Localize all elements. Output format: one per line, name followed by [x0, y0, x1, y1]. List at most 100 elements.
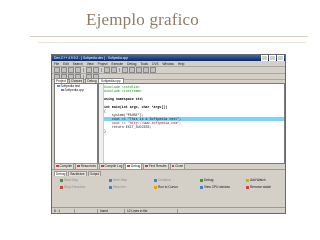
- run-icon[interactable]: [129, 67, 135, 73]
- bottom-tabs: Compiler Resources Compile Log Debug Fin…: [52, 162, 285, 170]
- folder-icon: [57, 84, 60, 88]
- resources-icon: [77, 164, 80, 168]
- tab-close-label: Close: [175, 164, 184, 168]
- rebuild-icon[interactable]: [143, 67, 149, 73]
- next-step-icon: [109, 178, 112, 182]
- tab-compile-log-label: Compile Log: [104, 164, 123, 168]
- debug-icon[interactable]: [150, 67, 156, 73]
- run-to-cursor-button[interactable]: Run to Cursor: [154, 185, 178, 189]
- toolbar-separator: [119, 68, 120, 72]
- save-all-icon[interactable]: [75, 67, 81, 73]
- menu-tools[interactable]: Tools: [140, 62, 147, 66]
- view-cpu-button[interactable]: View CPU window: [200, 185, 230, 189]
- view-cpu-label: View CPU window: [204, 185, 230, 189]
- title-divider: [30, 36, 308, 37]
- code-line: #include <iostream>: [104, 89, 142, 93]
- remove-watch-label: Remove watch: [250, 185, 272, 189]
- compile-icon[interactable]: [122, 67, 128, 73]
- project-tree: Softpedia test Softpedia.cpp: [54, 83, 98, 164]
- open-file-icon[interactable]: [61, 67, 67, 73]
- redo-icon[interactable]: [93, 67, 99, 73]
- continue-icon: [154, 178, 157, 182]
- tab-resources-label: Resources: [80, 164, 97, 168]
- remove-watch-icon: [246, 185, 249, 189]
- tab-find-results[interactable]: Find Results: [143, 162, 169, 170]
- line-count: 12 Lines in file: [125, 208, 178, 213]
- tab-resources[interactable]: Resources: [75, 162, 99, 170]
- menu-view[interactable]: View: [87, 62, 94, 66]
- compile-run-icon[interactable]: [136, 67, 142, 73]
- bottom-pane: Compiler Resources Compile Log Debug Fin…: [52, 162, 285, 207]
- code-editor[interactable]: #include <cstdlib> #include <iostream> u…: [98, 83, 285, 164]
- debug-panel: Start Dbg Stop Execution Next Step Step …: [54, 176, 283, 205]
- tab-compile-log[interactable]: Compile Log: [99, 162, 125, 170]
- toolbar-separator: [83, 68, 84, 72]
- compiler-icon: [56, 164, 59, 168]
- close-button[interactable]: [277, 55, 284, 61]
- run-to-cursor-label: Run to Cursor: [158, 185, 178, 189]
- minimize-button[interactable]: [261, 55, 268, 61]
- cpu-icon: [200, 185, 203, 189]
- workspace: Project Classes Debug Softpedia.cpp Soft…: [52, 78, 285, 164]
- step-into-button[interactable]: Step Into: [109, 185, 126, 189]
- menu-file[interactable]: File: [54, 62, 59, 66]
- ide-window: Dev-C++ 4.9.9.2 - [ Softpedia.dev ] - So…: [51, 54, 286, 214]
- find-icon[interactable]: [104, 67, 110, 73]
- stop-icon: [60, 185, 63, 189]
- maximize-button[interactable]: [269, 55, 276, 61]
- menu-debug[interactable]: Debug: [127, 62, 136, 66]
- menu-execute[interactable]: Execute: [112, 62, 124, 66]
- menu-help[interactable]: Help: [178, 62, 185, 66]
- cursor-position: 8 : 1: [52, 208, 75, 213]
- menu-project[interactable]: Project: [98, 62, 108, 66]
- code-line: int main(int argc, char *argv[]): [104, 105, 168, 109]
- start-debug-label: Start Dbg: [64, 178, 78, 182]
- tab-find-results-label: Find Results: [148, 164, 167, 168]
- tree-file-node[interactable]: Softpedia.cpp: [55, 88, 97, 92]
- play-icon: [60, 178, 63, 182]
- tree-file-label: Softpedia.cpp: [64, 88, 85, 92]
- insert-mode: Insert: [98, 208, 125, 213]
- undo-icon[interactable]: [86, 67, 92, 73]
- stop-execution-button[interactable]: Stop Execution: [60, 185, 85, 189]
- tab-compiler-label: Compiler: [59, 164, 73, 168]
- debug-label: Debug: [204, 178, 214, 182]
- code-line: }: [104, 129, 106, 133]
- continue-button[interactable]: Continue: [154, 178, 171, 182]
- menu-edit[interactable]: Edit: [63, 62, 69, 66]
- stop-execution-label: Stop Execution: [64, 185, 86, 189]
- cursor-icon: [154, 185, 157, 189]
- find-results-icon: [145, 164, 148, 168]
- tab-compiler[interactable]: Compiler: [54, 162, 75, 170]
- blank-status: [75, 208, 98, 213]
- next-step-label: Next Step: [113, 178, 127, 182]
- step-into-label: Step Into: [113, 185, 126, 189]
- next-step-button[interactable]: Next Step: [109, 178, 127, 182]
- watch-icon: [246, 178, 249, 182]
- step-into-icon: [109, 185, 112, 189]
- slide-title: Ejemplo grafico: [86, 10, 199, 29]
- toolbar-separator: [101, 68, 102, 72]
- window-title: Dev-C++ 4.9.9.2 - [ Softpedia.dev ] - So…: [54, 56, 129, 60]
- menu-window[interactable]: Window: [162, 62, 173, 66]
- new-file-icon[interactable]: [54, 67, 60, 73]
- menu-search[interactable]: Search: [73, 62, 83, 66]
- tab-debug-bottom[interactable]: Debug: [125, 162, 143, 170]
- code-line: using namespace std;: [104, 97, 144, 101]
- tab-close[interactable]: Close: [169, 162, 186, 170]
- title-deco-line: [38, 42, 306, 43]
- log-icon: [101, 164, 104, 168]
- start-debug-button[interactable]: Start Dbg: [60, 178, 77, 182]
- tab-debug-label: Debug: [130, 164, 141, 168]
- code-line: return EXIT_SUCCESS;: [104, 125, 152, 129]
- remove-watch-button[interactable]: Remove watch: [246, 185, 271, 189]
- close-icon: [171, 164, 175, 168]
- save-icon[interactable]: [68, 67, 74, 73]
- debug-run-icon: [200, 178, 203, 182]
- menu-cvs[interactable]: CVS: [152, 62, 159, 66]
- status-bar: 8 : 1 Insert 12 Lines in file: [52, 207, 285, 213]
- add-watch-button[interactable]: Add Watch: [246, 178, 265, 182]
- debug-button[interactable]: Debug: [200, 178, 213, 182]
- replace-icon[interactable]: [111, 67, 117, 73]
- add-watch-label: Add Watch: [250, 178, 266, 182]
